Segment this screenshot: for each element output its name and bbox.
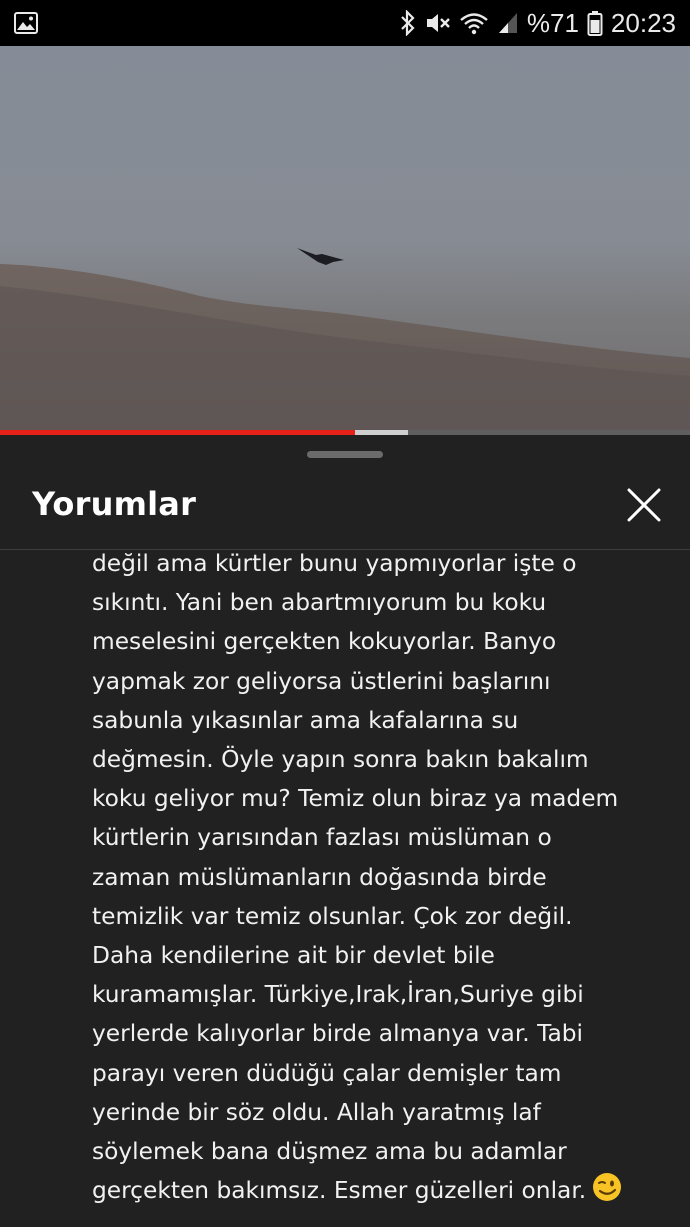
battery-percentage: %71 [526, 7, 579, 38]
comment-line: yapmak zor geliyorsa üstlerini başlarını [92, 667, 551, 695]
comment-line: parayı veren düdüğü çalar demişler tam [92, 1059, 562, 1087]
comment-line: yerlerde kalıyorlar birde almanya var. T… [92, 1020, 583, 1048]
video-frame [0, 248, 690, 432]
comment-line: yerinde bir söz oldu. Allah yaratmış laf [92, 1098, 541, 1126]
signal-icon [497, 11, 519, 35]
clock: 20:23 [610, 7, 676, 38]
video-player[interactable] [0, 46, 690, 432]
comment-line: kuramamışlar. Türkiye,Irak,İran,Suriye g… [92, 981, 584, 1009]
comment-line: değmesin. Öyle yapın sonra bakın bakalım [92, 746, 589, 774]
comment-body: değil ama kürtler bunu yapmıyorlar işte … [92, 551, 652, 1227]
comment-text: değil ama kürtler bunu yapmıyorlar işte … [92, 551, 652, 1214]
drag-handle[interactable] [307, 451, 383, 458]
comment-line: sabunla yıkasınlar ama kafalarına su [92, 706, 519, 734]
bird-silhouette [297, 248, 344, 265]
bluetooth-icon [399, 10, 417, 36]
comment-line: söylemek bana düşmez ama bu adamlar [92, 1138, 567, 1166]
comment-line: meselesini gerçekten kokuyorlar. Banyo [92, 628, 557, 656]
comments-title: Yorumlar [32, 485, 197, 523]
close-icon [627, 488, 661, 522]
header-divider [0, 549, 690, 550]
comment-line: değil ama kürtler bunu yapmıyorlar işte … [92, 551, 577, 577]
comment-line-last: gerçekten bakımsız. Esmer güzelleri onla… [92, 1171, 652, 1214]
battery-icon [587, 10, 603, 36]
mute-icon [425, 11, 451, 35]
close-button[interactable] [620, 481, 668, 529]
status-bar: %71 20:23 [0, 0, 690, 46]
comment-line: temizlik var temiz olsunlar. Çok zor değ… [92, 902, 573, 930]
comment-line: sıkıntı. Yani ben abartmıyorum bu koku [92, 589, 547, 617]
comment-line: zaman müslümanların doğasında birde [92, 863, 547, 891]
winking-face-emoji [592, 1172, 622, 1214]
wifi-icon [459, 11, 489, 35]
comment-line: koku geliyor mu? Temiz olun biraz ya mad… [92, 785, 619, 813]
comment-line-text: gerçekten bakımsız. Esmer güzelleri onla… [92, 1177, 587, 1205]
gallery-notification-icon [14, 12, 38, 34]
comments-sheet: Yorumlar değil ama kürtler bunu yapmıyor… [0, 435, 690, 1227]
comment-line: kürtlerin yarısından fazlası müslüman o [92, 824, 552, 852]
comment-line: Daha kendilerine ait bir devlet bile [92, 942, 495, 970]
